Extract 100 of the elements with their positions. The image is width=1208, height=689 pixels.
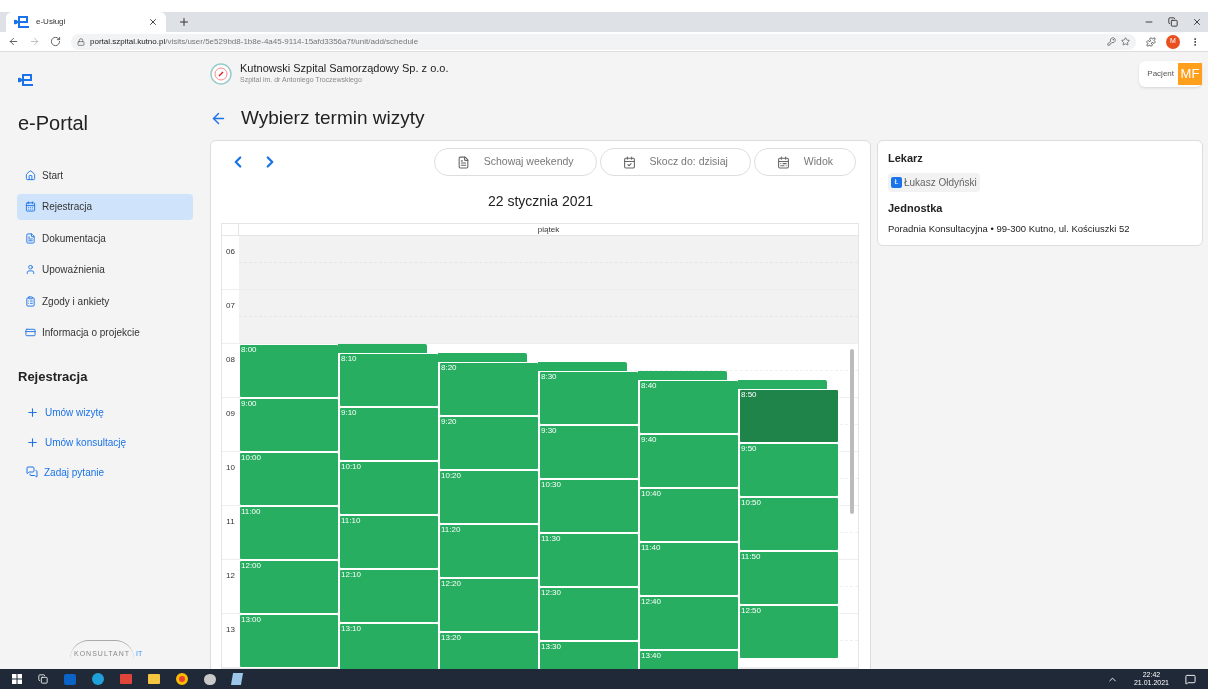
time-slot[interactable]: 13:30 bbox=[539, 641, 639, 669]
time-slot[interactable]: 8:50 bbox=[739, 389, 839, 443]
action-link[interactable]: Umów konsultację bbox=[18, 434, 192, 450]
notifications-icon[interactable] bbox=[1185, 673, 1196, 685]
task-view-icon[interactable] bbox=[38, 674, 48, 684]
time-slot[interactable]: 13:20 bbox=[439, 632, 539, 669]
calendar-icon bbox=[622, 155, 636, 169]
time-slot[interactable]: 11:30 bbox=[539, 533, 639, 587]
time-slot[interactable]: 11:00 bbox=[239, 506, 339, 560]
time-slot[interactable]: 10:50 bbox=[739, 497, 839, 551]
time-slot[interactable]: 8:00 bbox=[239, 344, 339, 398]
close-icon[interactable] bbox=[1192, 17, 1202, 27]
chrome-app-icon[interactable] bbox=[176, 673, 188, 685]
time-slot[interactable]: 9:20 bbox=[439, 416, 539, 470]
time-slot[interactable]: 10:10 bbox=[339, 461, 439, 515]
time-slot[interactable]: 12:00 bbox=[239, 560, 339, 614]
nav-item[interactable]: Dokumentacja bbox=[17, 225, 193, 251]
new-tab-icon[interactable] bbox=[178, 16, 190, 28]
nav-item[interactable]: Informacja o projekcie bbox=[17, 319, 193, 346]
time-slot[interactable]: 11:50 bbox=[739, 551, 839, 605]
chat-icon bbox=[26, 466, 38, 478]
time-slot[interactable]: 11:10 bbox=[339, 515, 439, 569]
time-slot[interactable]: 10:30 bbox=[539, 479, 639, 533]
unit-text: Poradnia Konsultacyjna • 99-300 Kutno, ul. Kościuszki 52 bbox=[888, 222, 1131, 236]
section-title: Rejestracja bbox=[18, 368, 89, 386]
mail-app-icon[interactable] bbox=[64, 673, 76, 685]
portal-logo-icon bbox=[18, 72, 34, 88]
address-bar[interactable]: portal.szpital.kutno.pl/visits/user/5e529bd8-1b8e-4a45-9114-15afd3356a7f/unit/add/schedule bbox=[71, 33, 1136, 50]
key-icon[interactable] bbox=[1107, 37, 1116, 46]
time-slot[interactable]: 12:30 bbox=[539, 587, 639, 641]
time-slot[interactable]: 13:40 bbox=[639, 650, 739, 669]
scrollbar[interactable] bbox=[850, 349, 854, 514]
url-text: portal.szpital.kutno.pl/visits/user/5e529bd8-1b8e-4a45-9114-15afd3356a7f/unit/add/schedule bbox=[90, 35, 419, 48]
day-header: piątek bbox=[537, 224, 560, 235]
hour-label: 09 bbox=[226, 408, 235, 420]
hour-label: 13 bbox=[226, 624, 235, 636]
windows-start-icon[interactable] bbox=[12, 674, 22, 684]
document-icon bbox=[25, 232, 36, 244]
time-slot[interactable]: 8:20 bbox=[439, 362, 539, 416]
action-link[interactable]: Umów wizytę bbox=[18, 404, 192, 420]
hour-label: 08 bbox=[226, 354, 235, 366]
time-slot[interactable]: 11:20 bbox=[439, 524, 539, 578]
time-slot[interactable]: 8:40 bbox=[639, 380, 739, 434]
user-avatar: MF bbox=[1178, 63, 1202, 85]
user-badge[interactable]: Pacjent MF bbox=[1139, 61, 1202, 87]
unit-heading: Jednostka bbox=[888, 200, 944, 216]
nav-item[interactable]: Rejestracja bbox=[17, 193, 193, 220]
time-slot[interactable]: 9:50 bbox=[739, 443, 839, 497]
close-icon[interactable] bbox=[148, 17, 158, 27]
time-slot[interactable]: 12:10 bbox=[339, 569, 439, 623]
doctor-heading: Lekarz bbox=[888, 151, 924, 166]
time-slot[interactable]: 11:40 bbox=[639, 542, 739, 596]
plus-icon bbox=[26, 435, 39, 449]
time-slot[interactable]: 10:40 bbox=[639, 488, 739, 542]
time-slot[interactable]: 9:30 bbox=[539, 425, 639, 479]
back-icon[interactable] bbox=[8, 36, 19, 47]
toolbar-button[interactable]: Schowaj weekendy bbox=[433, 148, 597, 177]
time-slot[interactable]: 9:00 bbox=[239, 398, 339, 452]
user-icon bbox=[25, 264, 36, 275]
toolbar-button[interactable]: Skocz do: dzisiaj bbox=[599, 148, 751, 177]
calendar-icon bbox=[25, 201, 36, 212]
hour-label: 07 bbox=[226, 300, 235, 312]
hour-label: 06 bbox=[226, 246, 235, 258]
notes-app-icon[interactable] bbox=[230, 673, 244, 685]
time-slot[interactable]: 9:10 bbox=[339, 407, 439, 461]
hospital-logo-icon bbox=[210, 63, 232, 85]
lock-icon bbox=[77, 37, 85, 46]
time-slot[interactable]: 12:50 bbox=[739, 605, 839, 659]
nav-item[interactable]: Zgody i ankiety bbox=[17, 288, 193, 314]
time-slot[interactable]: 12:20 bbox=[439, 578, 539, 632]
browser-tab[interactable]: e-Usługi bbox=[6, 12, 166, 32]
paint-app-icon[interactable] bbox=[204, 673, 216, 685]
time-slot[interactable]: 13:00 bbox=[239, 614, 339, 668]
plus-icon bbox=[26, 405, 39, 419]
time-slot[interactable]: 8:10 bbox=[339, 353, 439, 407]
reload-icon[interactable] bbox=[50, 36, 61, 47]
clipboard-icon bbox=[25, 295, 36, 307]
app-name: e-Portal bbox=[18, 111, 90, 136]
time-slot[interactable]: 12:40 bbox=[639, 596, 739, 650]
time-slot[interactable]: 10:00 bbox=[239, 452, 339, 506]
hour-label: 10 bbox=[226, 462, 235, 474]
extensions-icon[interactable] bbox=[1146, 36, 1156, 47]
card-icon bbox=[25, 327, 36, 338]
star-icon[interactable] bbox=[1121, 37, 1130, 46]
time-slot[interactable]: 10:20 bbox=[439, 470, 539, 524]
nav-item[interactable]: Upoważnienia bbox=[17, 256, 193, 283]
home-icon bbox=[25, 169, 36, 181]
toolbar-button[interactable]: Widok bbox=[753, 148, 856, 177]
nav-item[interactable]: Start bbox=[17, 162, 193, 188]
browser-app-icon[interactable] bbox=[92, 673, 104, 685]
time-slot[interactable]: 13:10 bbox=[339, 623, 439, 669]
hour-label: 12 bbox=[226, 570, 235, 582]
hospital-name: Kutnowski Szpital Samorządowy Sp. z o.o. bbox=[240, 62, 449, 76]
restore-icon[interactable] bbox=[1168, 17, 1178, 27]
time-slot[interactable]: 8:30 bbox=[539, 371, 639, 425]
action-link[interactable]: Zadaj pytanie bbox=[18, 464, 192, 480]
hour-label: 11 bbox=[226, 516, 235, 528]
time-slot[interactable]: 9:40 bbox=[639, 434, 739, 488]
calendar-icon bbox=[776, 155, 790, 169]
note-icon bbox=[456, 155, 470, 169]
